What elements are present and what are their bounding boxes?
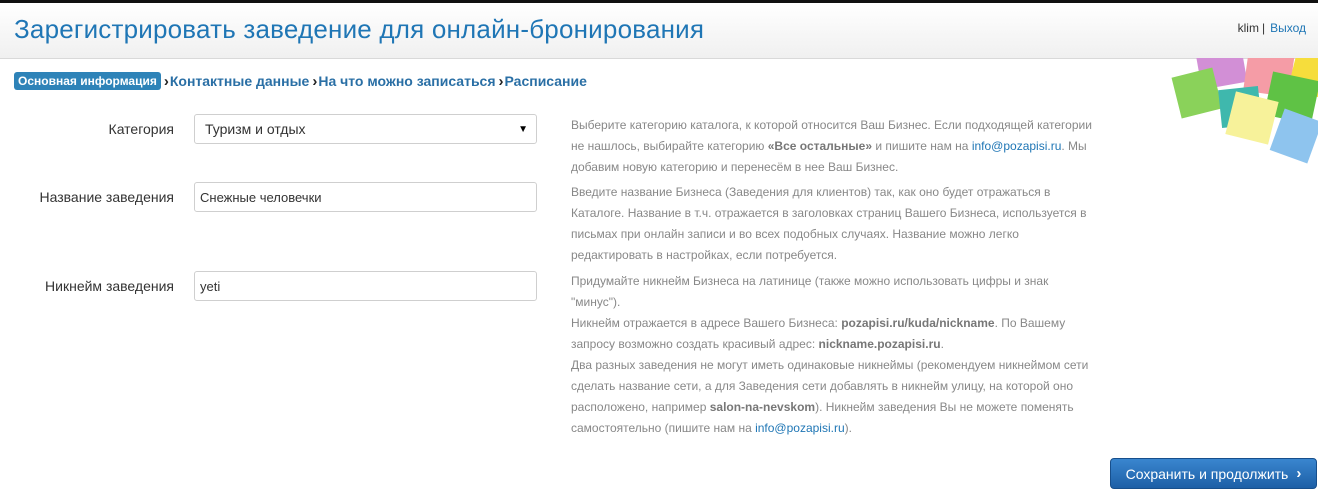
nickname-help-p2: Никнейм отражается в адресе Вашего Бизне… xyxy=(571,313,1096,355)
user-name: klim xyxy=(1237,21,1259,35)
chevron-right-icon: › xyxy=(312,72,318,90)
chevron-right-icon: › xyxy=(498,72,504,90)
save-and-continue-button[interactable]: Сохранить и продолжить › xyxy=(1110,458,1317,489)
nickname-help-p1: Придумайте никнейм Бизнеса на латинице (… xyxy=(571,274,1049,309)
business-name-label: Название заведения xyxy=(39,189,174,205)
category-help: Выберите категорию каталога, к которой о… xyxy=(571,115,1096,178)
logout-link[interactable]: Выход xyxy=(1270,21,1306,35)
nickname-label: Никнейм заведения xyxy=(45,278,174,294)
nickname-help-text: Никнейм отражается в адресе Вашего Бизне… xyxy=(571,316,842,330)
nickname-help: Придумайте никнейм Бизнеса на латинице (… xyxy=(571,271,1096,439)
nickname-input[interactable] xyxy=(194,271,537,301)
category-help-bold: «Все остальные» xyxy=(767,139,873,153)
chevron-right-icon: › xyxy=(163,72,169,90)
step-schedule[interactable]: Расписание xyxy=(505,73,587,89)
category-select[interactable]: Туризм и отдых ▼ xyxy=(194,114,537,144)
step-main-info[interactable]: Основная информация xyxy=(14,72,161,90)
dropdown-arrow-icon: ▼ xyxy=(518,123,528,135)
user-bar-separator: | xyxy=(1261,21,1266,35)
nickname-help-p3: Два разных заведения не могут иметь один… xyxy=(571,355,1096,439)
nickname-help-text-6: ). xyxy=(844,421,852,435)
nickname-help-email-link[interactable]: info@pozapisi.ru xyxy=(755,421,845,435)
category-help-text-2: и пишите нам на xyxy=(872,139,972,153)
step-contact-data[interactable]: Контактные данные xyxy=(170,73,309,89)
page-title: Зарегистрировать заведение для онлайн-бр… xyxy=(14,14,705,44)
category-help-email-link[interactable]: info@pozapisi.ru xyxy=(972,139,1062,153)
business-name-input[interactable] xyxy=(194,182,537,212)
nickname-help-text-3: . xyxy=(940,337,944,351)
breadcrumb: Основная информация › Контактные данные … xyxy=(14,72,587,90)
save-button-label: Сохранить и продолжить xyxy=(1125,465,1289,482)
step-services[interactable]: На что можно записаться xyxy=(318,73,495,89)
nickname-url-example: pozapisi.ru/kuda/nickname xyxy=(841,316,995,330)
chevron-right-icon: › xyxy=(1296,465,1302,482)
category-selected-value: Туризм и отдых xyxy=(205,121,306,137)
sticky-notes-decoration xyxy=(1168,58,1318,173)
user-bar: klim | Выход xyxy=(1238,21,1306,35)
nickname-street-example: salon-na-nevskom xyxy=(709,400,816,414)
page-header: Зарегистрировать заведение для онлайн-бр… xyxy=(0,3,1318,59)
business-name-help: Введите название Бизнеса (Заведения для … xyxy=(571,185,1087,262)
nickname-subdomain-example: nickname.pozapisi.ru xyxy=(818,337,941,351)
category-label: Категория xyxy=(108,121,174,137)
